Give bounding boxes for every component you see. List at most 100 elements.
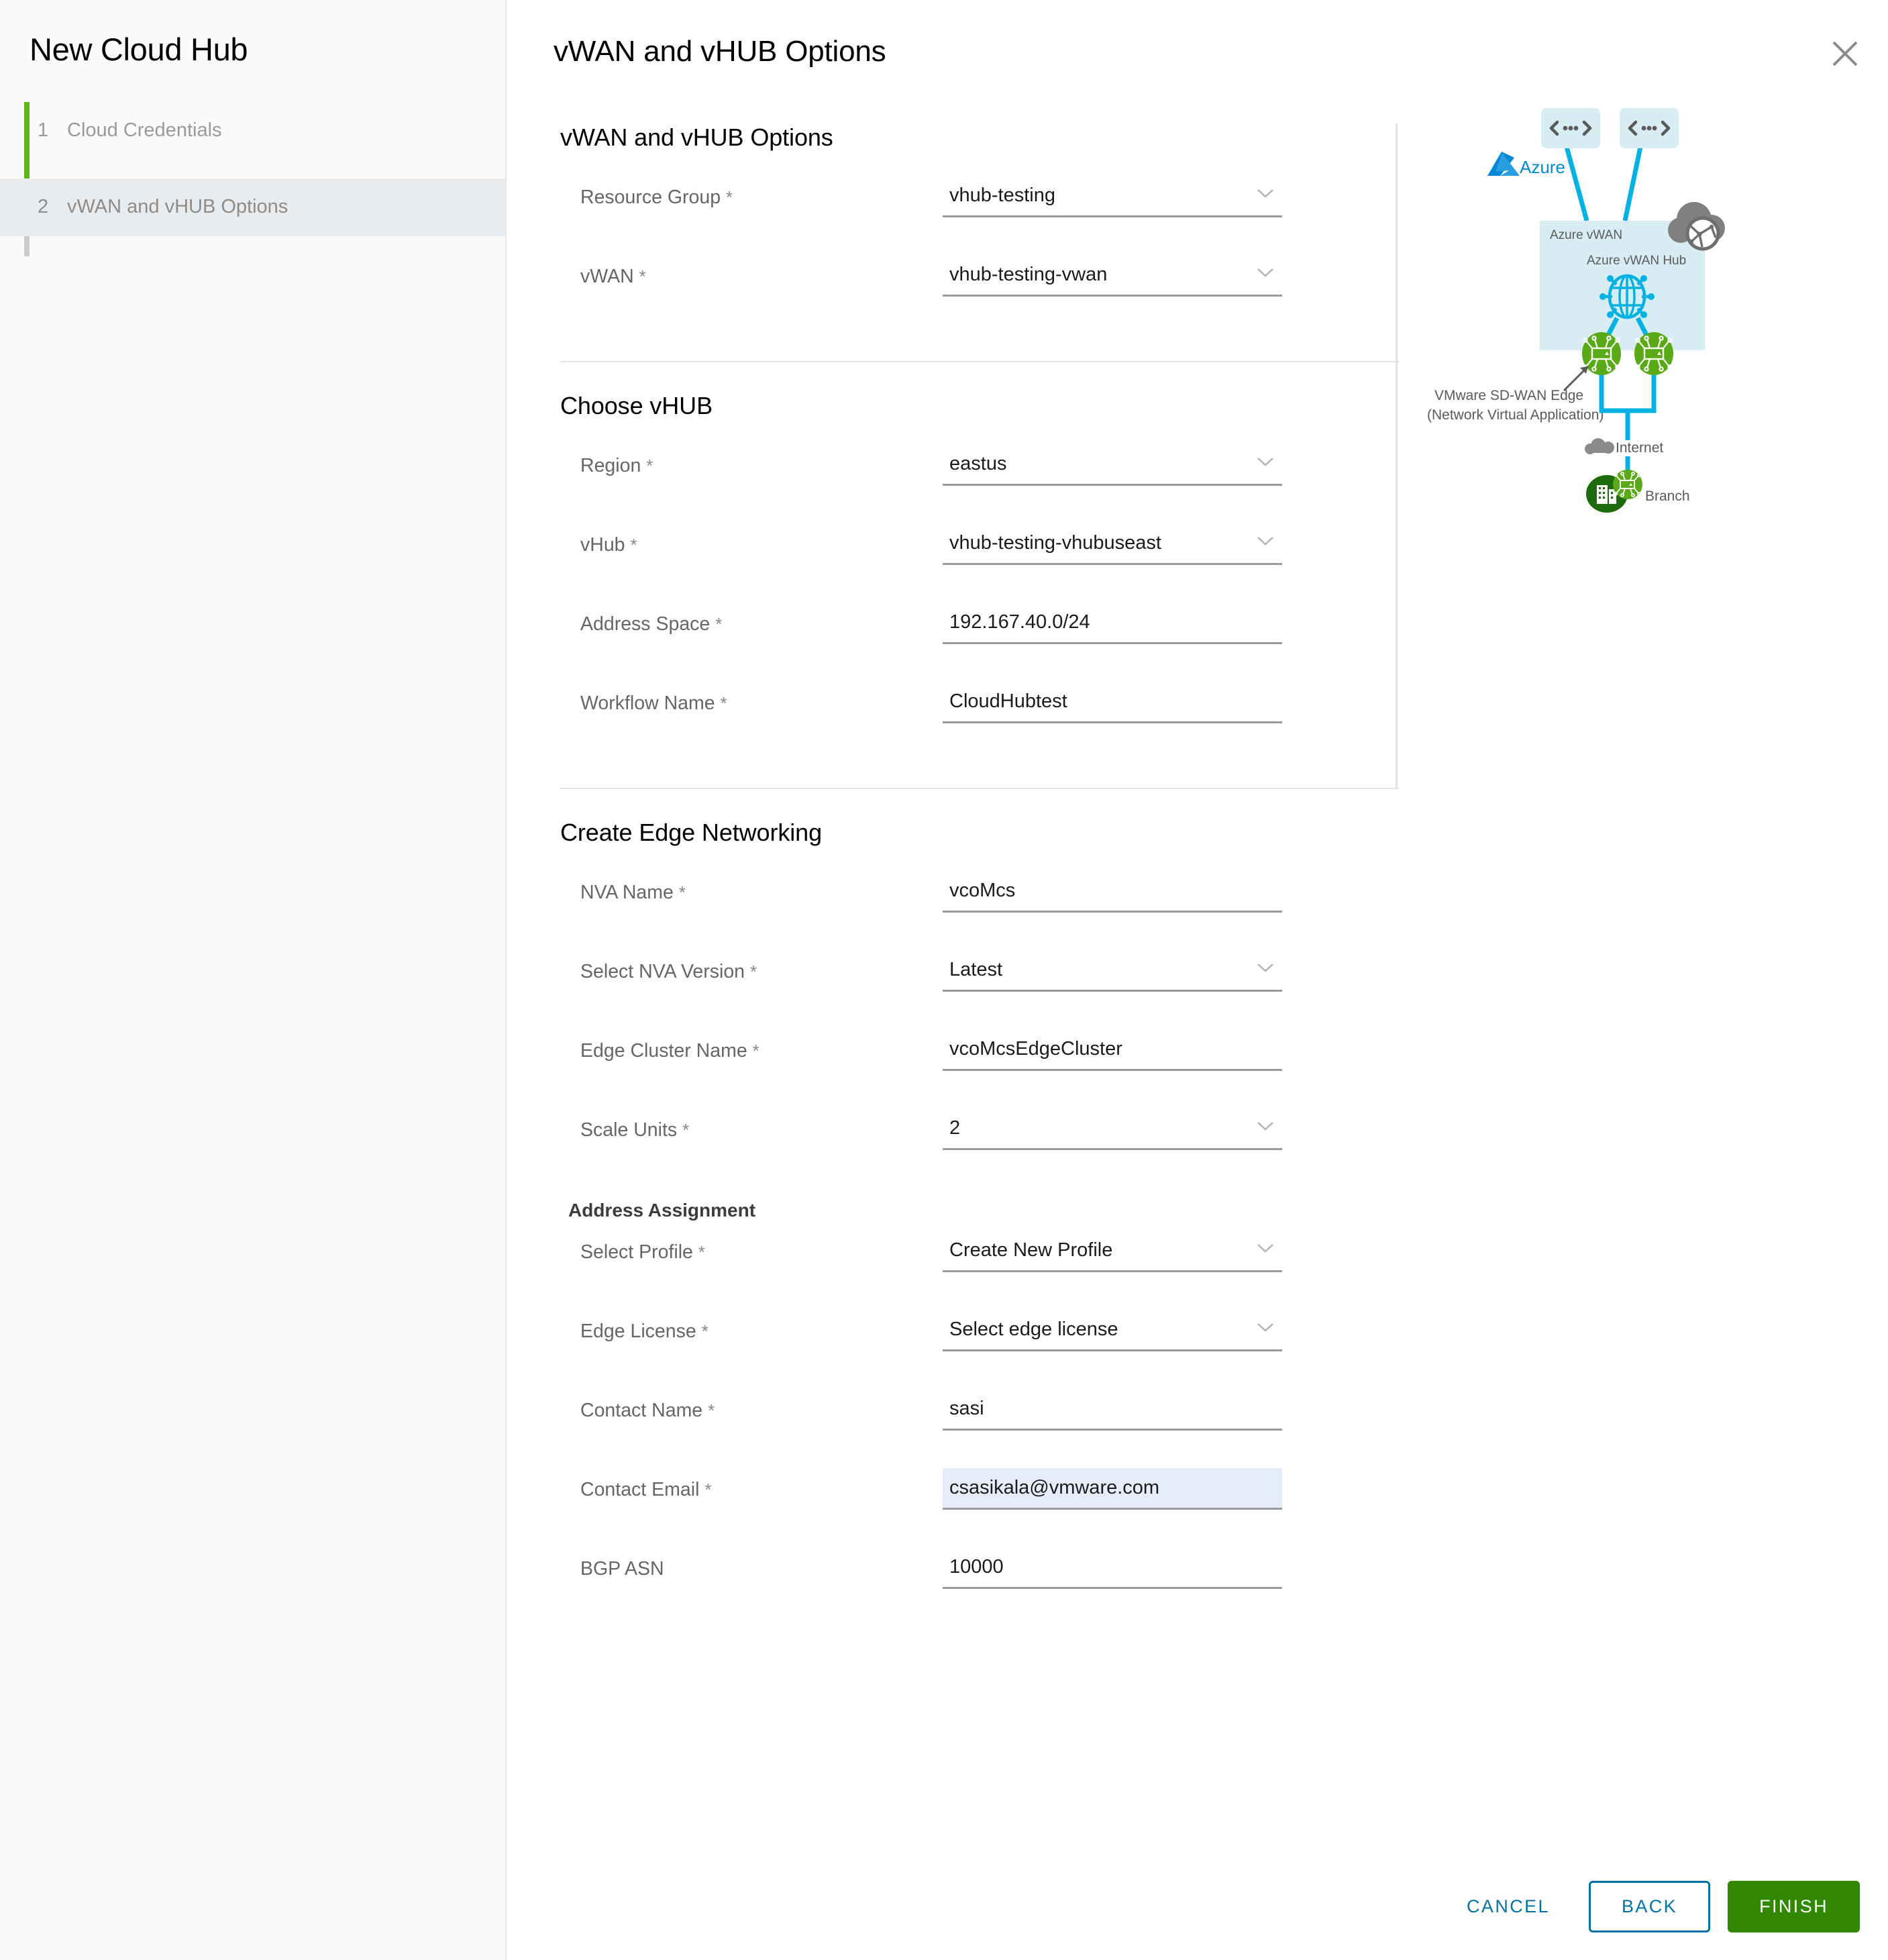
field-label: Contact Name * [560, 1389, 943, 1422]
nva-name-input[interactable]: vcoMcs [943, 871, 1282, 913]
label-text: Edge License [580, 1321, 696, 1342]
sidebar-step-cloud-credentials[interactable]: 1 Cloud Credentials [0, 102, 505, 160]
workflow-name-input[interactable]: CloudHubtest [943, 682, 1282, 723]
field-label: Select NVA Version * [560, 950, 943, 983]
sdwan-edge-right-icon [1634, 332, 1673, 375]
required-marker: * [704, 1480, 712, 1500]
vwan-select[interactable]: vhub-testing-vwan [943, 255, 1282, 297]
sidebar-step-vwan-vhub-options[interactable]: 2 vWAN and vHUB Options [0, 178, 505, 236]
step-label: vWAN and vHUB Options [67, 196, 289, 218]
edge-cluster-name-input[interactable]: vcoMcsEdgeCluster [943, 1029, 1282, 1071]
required-marker: * [698, 1242, 705, 1262]
field-label: BGP ASN [560, 1547, 943, 1580]
region-select[interactable]: eastus [943, 444, 1282, 486]
back-button[interactable]: BACK [1588, 1880, 1711, 1932]
wizard-steps: 1 Cloud Credentials 2 vWAN and vHUB Opti… [0, 101, 505, 256]
input-value: 10000 [943, 1547, 1282, 1589]
field-vhub: vHub * vhub-testing-vhubuseast [560, 523, 1372, 603]
cancel-button[interactable]: CANCEL [1447, 1884, 1570, 1929]
section-divider [560, 788, 1399, 789]
azure-logo-icon [1487, 152, 1520, 176]
label-text: Edge Cluster Name [580, 1040, 747, 1062]
label-text: Contact Name [580, 1400, 703, 1421]
contact-email-input[interactable]: csasikala@vmware.com [943, 1468, 1282, 1510]
select-value: eastus [943, 444, 1282, 486]
edge-license-select[interactable]: Select edge license [943, 1310, 1282, 1351]
branch-label: Branch [1645, 488, 1690, 504]
field-contact-name: Contact Name * sasi [560, 1389, 1372, 1468]
azure-vwan-label: Azure vWAN [1550, 228, 1622, 242]
scale-units-select[interactable]: 2 [943, 1108, 1282, 1150]
field-label: Resource Group * [560, 176, 943, 209]
cloud-globe-icon [1668, 202, 1725, 251]
select-value: vhub-testing-vhubuseast [943, 523, 1282, 565]
field-edge-cluster-name: Edge Cluster Name * vcoMcsEdgeCluster [560, 1029, 1372, 1108]
field-vwan: vWAN * vhub-testing-vwan [560, 255, 1372, 334]
label-text: Select Profile [580, 1241, 693, 1263]
field-region: Region * eastus [560, 444, 1372, 523]
field-label: vWAN * [560, 255, 943, 288]
label-text: vHub [580, 534, 625, 556]
nva-callout-arrow [1563, 365, 1589, 392]
field-label: Contact Email * [560, 1468, 943, 1501]
label-text: NVA Name [580, 882, 674, 903]
label-text: Region [580, 455, 641, 476]
branch-icon [1586, 470, 1642, 513]
address-space-input[interactable]: 192.167.40.0/24 [943, 603, 1282, 644]
field-label: Edge License * [560, 1310, 943, 1343]
field-label: vHub * [560, 523, 943, 556]
field-label: Edge Cluster Name * [560, 1029, 943, 1062]
input-value: vcoMcs [943, 871, 1282, 913]
section-title: vWAN and vHUB Options [560, 123, 833, 151]
input-value: csasikala@vmware.com [943, 1468, 1282, 1510]
label-text: vWAN [580, 266, 634, 287]
wizard-title: New Cloud Hub [30, 32, 248, 67]
label-text: Resource Group [580, 187, 721, 208]
section-title: Choose vHUB [560, 392, 713, 419]
input-value: CloudHubtest [943, 682, 1282, 723]
field-label: NVA Name * [560, 871, 943, 904]
select-profile-select[interactable]: Create New Profile [943, 1231, 1282, 1272]
required-marker: * [682, 1120, 690, 1140]
section-create-edge-networking: Create Edge Networking NVA Name * vcoMcs… [560, 819, 1372, 1627]
select-value: Create New Profile [943, 1231, 1282, 1272]
nva-label-line2: (Network Virtual Application) [1427, 407, 1604, 423]
required-marker: * [678, 882, 686, 902]
required-marker: * [752, 1041, 759, 1061]
step-label: Cloud Credentials [67, 119, 222, 142]
required-marker: * [701, 1321, 709, 1341]
resource-group-select[interactable]: vhub-testing [943, 176, 1282, 217]
bgp-asn-input[interactable]: 10000 [943, 1547, 1282, 1589]
required-marker: * [720, 693, 727, 713]
subsection-title-address-assignment: Address Assignment [568, 1200, 756, 1221]
nva-version-select[interactable]: Latest [943, 950, 1282, 992]
field-label: Select Profile * [560, 1231, 943, 1263]
field-label: Address Space * [560, 603, 943, 635]
form-column: vWAN and vHUB Options Resource Group * v… [507, 123, 1399, 1627]
required-marker: * [630, 535, 637, 555]
required-marker: * [715, 614, 723, 634]
input-value: 192.167.40.0/24 [943, 603, 1282, 644]
content-area: vWAN and vHUB Options Resource Group * v… [507, 68, 1888, 1627]
finish-button[interactable]: FINISH [1728, 1880, 1860, 1932]
field-label: Workflow Name * [560, 682, 943, 715]
close-icon[interactable] [1826, 35, 1864, 72]
label-text: Scale Units [580, 1119, 678, 1141]
wizard-sidebar: New Cloud Hub 1 Cloud Credentials 2 vWAN… [0, 0, 507, 1960]
field-workflow-name: Workflow Name * CloudHubtest [560, 682, 1372, 761]
label-text: Workflow Name [580, 692, 715, 714]
page-title: vWAN and vHUB Options [554, 35, 886, 68]
required-marker: * [646, 456, 653, 476]
diagram-column: Azure Azure vWAN Azure vWAN Hub VMware S… [1372, 108, 1888, 1627]
label-text: Contact Email [580, 1479, 700, 1500]
section-choose-vhub: Choose vHUB Region * eastus vHub * vhub-… [560, 392, 1372, 761]
field-contact-email: Contact Email * csasikala@vmware.com [560, 1468, 1372, 1547]
input-value: vcoMcsEdgeCluster [943, 1029, 1282, 1071]
field-label: Scale Units * [560, 1108, 943, 1141]
label-text: BGP ASN [580, 1558, 664, 1580]
contact-name-input[interactable]: sasi [943, 1389, 1282, 1431]
wizard-main: vWAN and vHUB Options vWAN and vHUB Opti… [507, 0, 1888, 1960]
vhub-select[interactable]: vhub-testing-vhubuseast [943, 523, 1282, 565]
field-nva-name: NVA Name * vcoMcs [560, 871, 1372, 950]
label-text: Address Space [580, 613, 711, 635]
